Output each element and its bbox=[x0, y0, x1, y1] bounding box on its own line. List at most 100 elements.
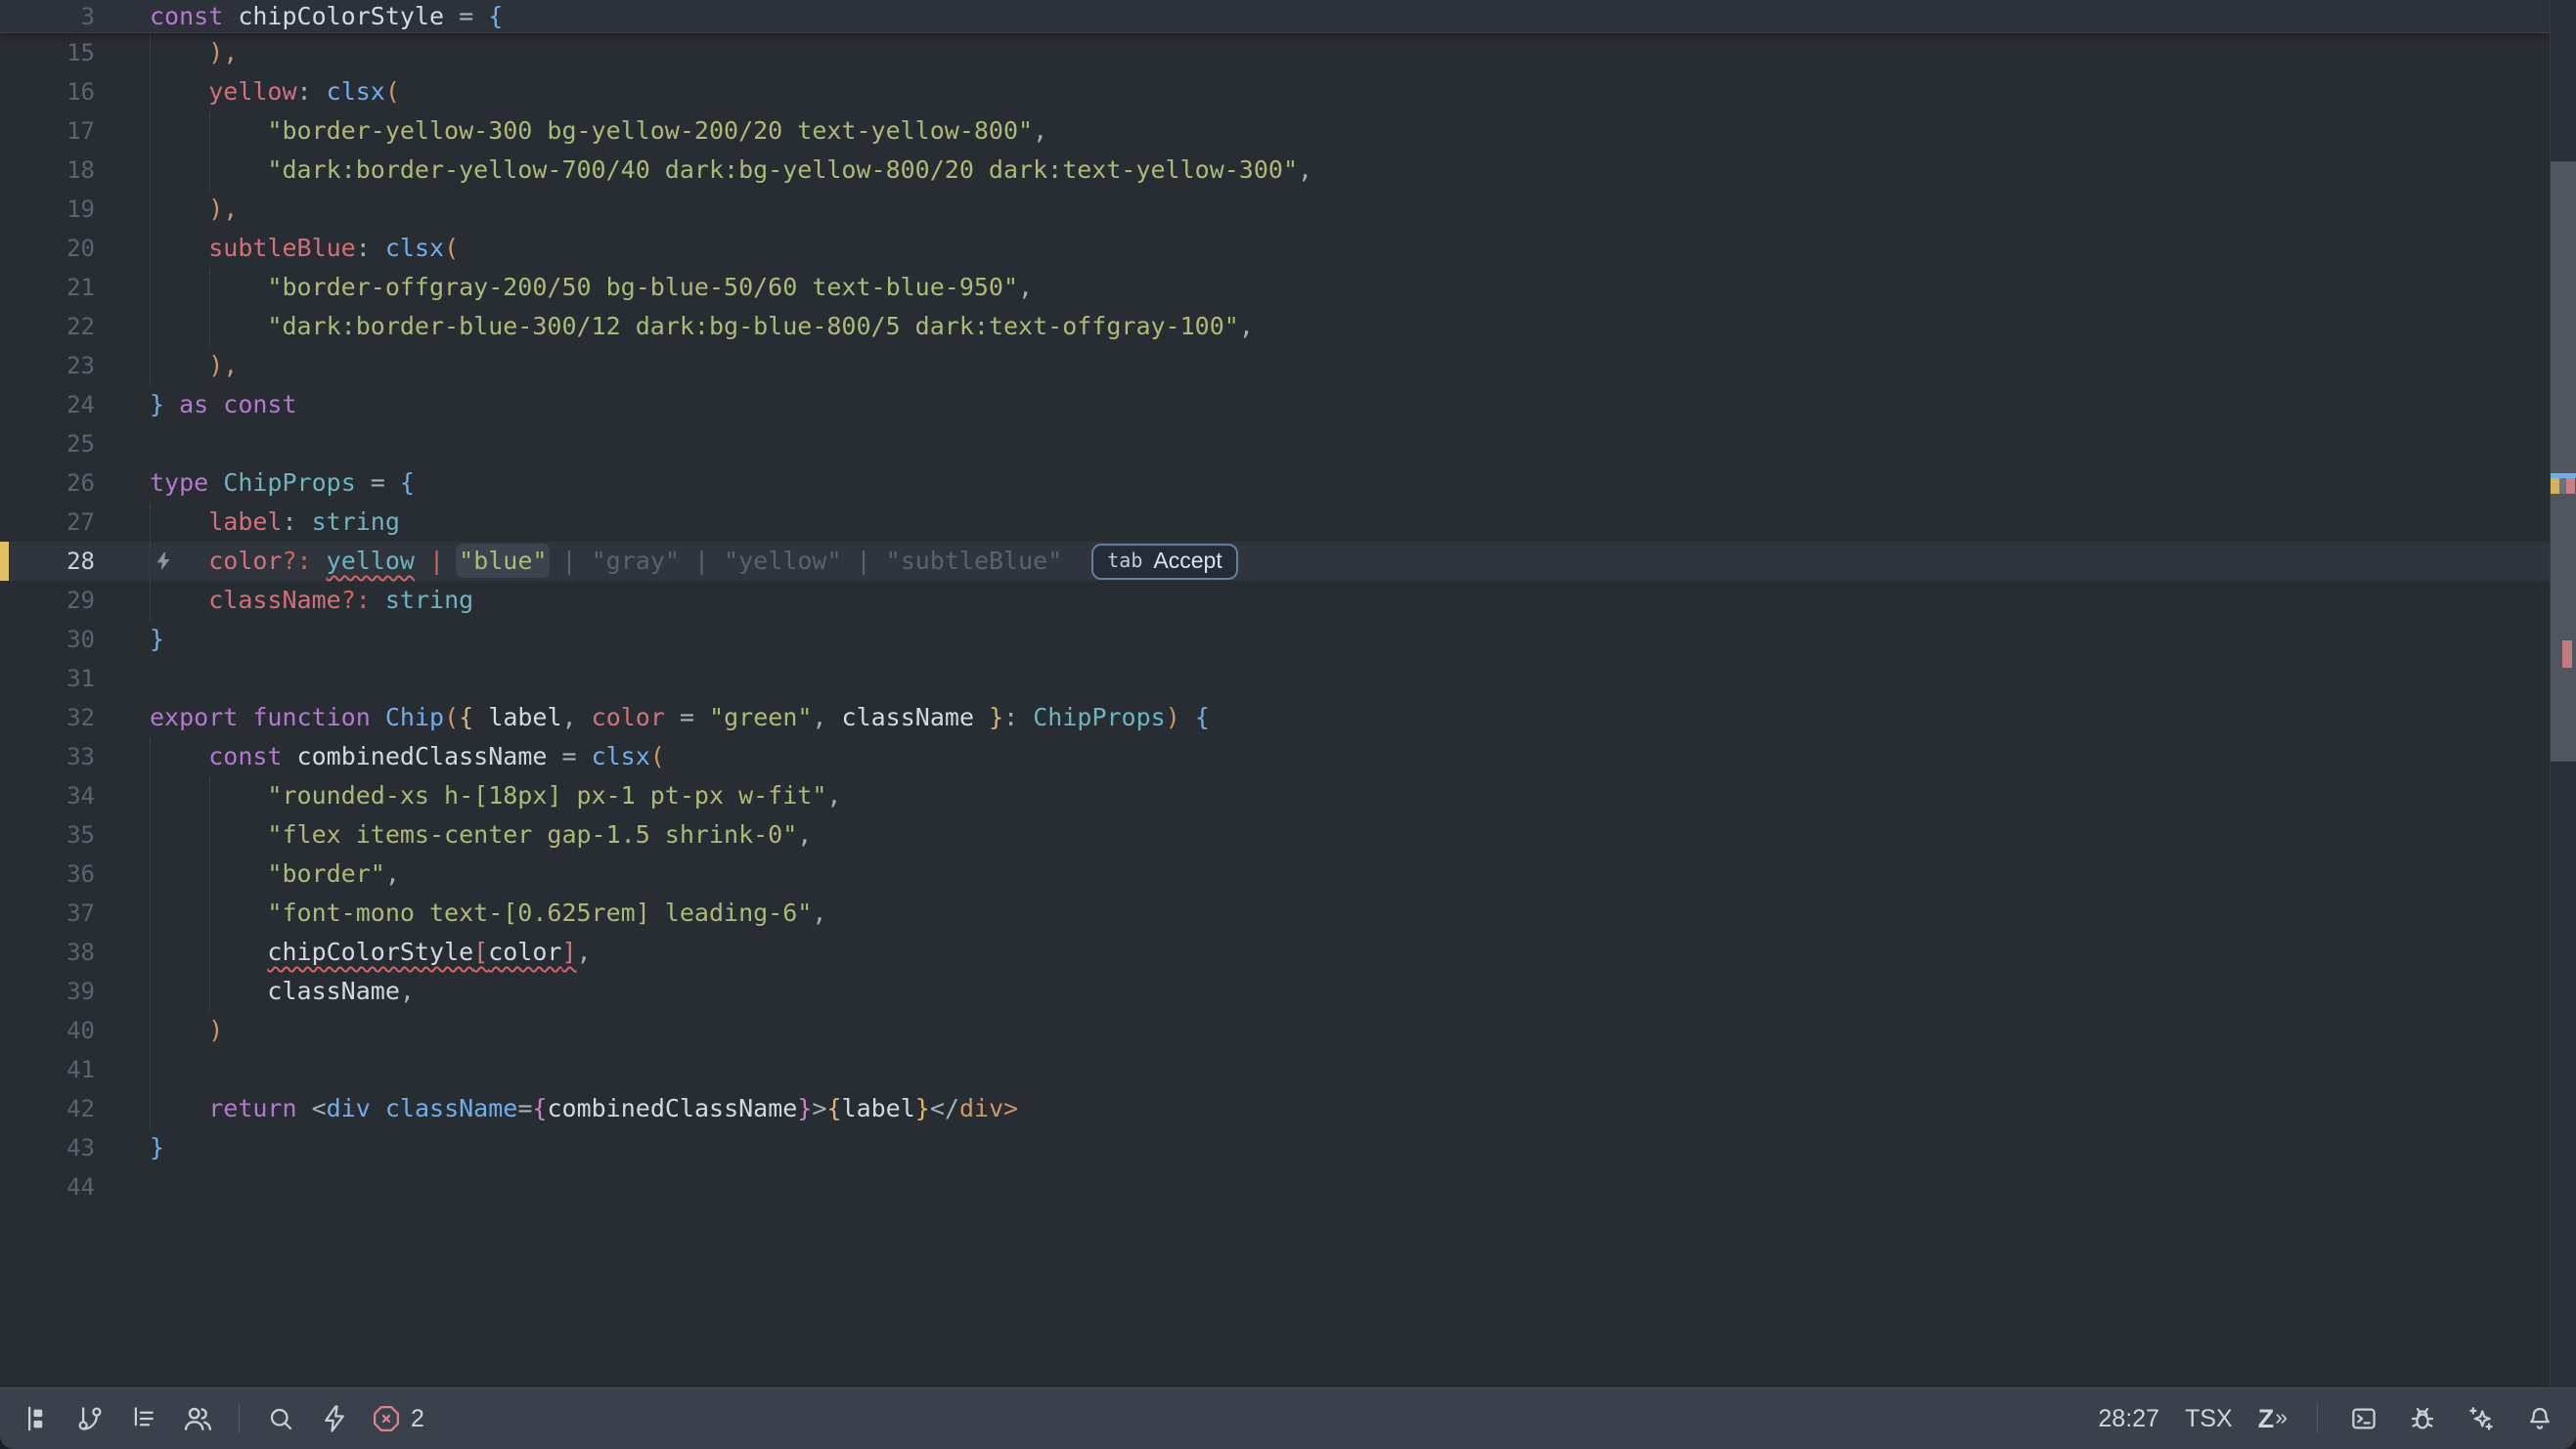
line-number: 23 bbox=[0, 352, 95, 379]
code-line[interactable]: 42 return <div className={combinedClassN… bbox=[0, 1089, 2551, 1128]
code-lines[interactable]: 15 ),16 yellow: clsx(17 "border-yellow-3… bbox=[0, 33, 2551, 1207]
indent-guide bbox=[150, 737, 151, 1128]
scrollbar-error-marker bbox=[2566, 478, 2575, 494]
line-number: 24 bbox=[0, 391, 95, 418]
collaboration-icon[interactable] bbox=[181, 1399, 214, 1438]
code-line-text: ), bbox=[150, 33, 238, 72]
line-number: 33 bbox=[0, 743, 95, 770]
code-line[interactable]: 26type ChipProps = { bbox=[0, 463, 2551, 503]
search-icon[interactable] bbox=[264, 1399, 297, 1438]
code-line-text: color?: yellow | "blue" | "gray" | "yell… bbox=[150, 542, 1238, 581]
debug-icon[interactable] bbox=[2406, 1399, 2439, 1438]
code-line[interactable]: 25 bbox=[0, 424, 2551, 463]
code-line[interactable]: 39 className, bbox=[0, 972, 2551, 1011]
code-line-text: className?: string bbox=[150, 581, 473, 620]
code-line[interactable]: 38 chipColorStyle[color], bbox=[0, 933, 2551, 972]
scrollbar-error-marker bbox=[2562, 640, 2572, 668]
line-number: 41 bbox=[0, 1056, 95, 1083]
code-line[interactable]: 35 "flex items-center gap-1.5 shrink-0", bbox=[0, 815, 2551, 855]
sticky-line-code: const chipColorStyle = { bbox=[150, 0, 503, 32]
line-number: 22 bbox=[0, 313, 95, 340]
code-line[interactable]: 31 bbox=[0, 659, 2551, 698]
project-panel-icon[interactable] bbox=[20, 1399, 53, 1438]
accept-prediction-button[interactable]: tab Accept bbox=[1091, 544, 1237, 580]
diagnostics-button[interactable]: 2 bbox=[372, 1404, 424, 1433]
code-line[interactable]: 44 bbox=[0, 1167, 2551, 1207]
line-number: 43 bbox=[0, 1134, 95, 1162]
code-line[interactable]: 43} bbox=[0, 1128, 2551, 1167]
scrollbar-thumb[interactable] bbox=[2551, 161, 2576, 762]
prediction-ghost-text: | "gray" | "yellow" | "subtleBlue" bbox=[547, 547, 1062, 575]
code-line[interactable]: 30} bbox=[0, 620, 2551, 659]
code-line[interactable]: 17 "border-yellow-300 bg-yellow-200/20 t… bbox=[0, 111, 2551, 151]
code-line[interactable]: 37 "font-mono text-[0.625rem] leading-6"… bbox=[0, 894, 2551, 933]
code-line-text: "border-offgray-200/50 bg-blue-50/60 tex… bbox=[150, 268, 1033, 307]
edit-predictions-icon[interactable] bbox=[318, 1399, 351, 1438]
code-line[interactable]: 19 ), bbox=[0, 190, 2551, 229]
line-number: 32 bbox=[0, 704, 95, 731]
line-number: 20 bbox=[0, 235, 95, 262]
code-line-text: yellow: clsx( bbox=[150, 72, 400, 111]
code-line[interactable]: 23 ), bbox=[0, 346, 2551, 385]
code-line[interactable]: 40 ) bbox=[0, 1011, 2551, 1050]
indent-guide bbox=[209, 268, 210, 346]
sticky-header: 3 const chipColorStyle = { bbox=[0, 0, 2551, 33]
line-number: 21 bbox=[0, 274, 95, 301]
status-divider bbox=[239, 1404, 240, 1433]
terminal-icon[interactable] bbox=[2347, 1399, 2380, 1438]
line-number: 44 bbox=[0, 1173, 95, 1201]
scrollbar-slate-marker bbox=[2559, 478, 2566, 494]
status-bar-left: 2 bbox=[0, 1399, 444, 1438]
line-number: 37 bbox=[0, 900, 95, 927]
code-line[interactable]: 15 ), bbox=[0, 33, 2551, 72]
cursor-position[interactable]: 28:27 bbox=[2099, 1405, 2160, 1433]
code-line-text: return <div className={combinedClassName… bbox=[150, 1089, 1018, 1128]
scrollbar[interactable] bbox=[2550, 0, 2576, 1388]
indent-guide bbox=[150, 503, 151, 620]
code-line[interactable]: 21 "border-offgray-200/50 bg-blue-50/60 … bbox=[0, 268, 2551, 307]
line-number: 28 bbox=[0, 548, 95, 575]
zed-predict-icon[interactable]: Z » bbox=[2258, 1404, 2287, 1434]
sticky-line-number: 3 bbox=[0, 3, 95, 30]
accept-label: Accept bbox=[1153, 548, 1221, 574]
status-bar: 2 28:27 TSX Z » bbox=[0, 1387, 2576, 1449]
code-line[interactable]: 41 bbox=[0, 1050, 2551, 1089]
notifications-bell-icon[interactable] bbox=[2523, 1399, 2556, 1438]
outline-panel-icon[interactable] bbox=[127, 1399, 160, 1438]
code-line[interactable]: 22 "dark:border-blue-300/12 dark:bg-blue… bbox=[0, 307, 2551, 346]
code-line[interactable]: 18 "dark:border-yellow-700/40 dark:bg-ye… bbox=[0, 151, 2551, 190]
code-line[interactable]: 32export function Chip({ label, color = … bbox=[0, 698, 2551, 737]
tab-key-label: tab bbox=[1107, 549, 1142, 572]
indent-guide bbox=[150, 33, 151, 385]
code-line-text: "dark:border-yellow-700/40 dark:bg-yello… bbox=[150, 151, 1312, 190]
line-number: 31 bbox=[0, 665, 95, 692]
zed-predict-letter: Z bbox=[2258, 1404, 2275, 1434]
code-line-text: className, bbox=[150, 972, 415, 1011]
indent-guide bbox=[209, 776, 210, 1011]
code-line[interactable]: 34 "rounded-xs h-[18px] px-1 pt-px w-fit… bbox=[0, 776, 2551, 815]
code-line[interactable]: 24 } as const bbox=[0, 385, 2551, 424]
code-editor-window: 15 ),16 yellow: clsx(17 "border-yellow-3… bbox=[0, 0, 2576, 1449]
code-line[interactable]: 16 yellow: clsx( bbox=[0, 72, 2551, 111]
code-line-text: ), bbox=[150, 346, 238, 385]
code-line[interactable]: 27 label: string bbox=[0, 503, 2551, 542]
code-line[interactable]: 20 subtleBlue: clsx( bbox=[0, 229, 2551, 268]
code-line[interactable]: 28 color?: yellow | "blue" | "gray" | "y… bbox=[0, 542, 2551, 581]
line-number: 34 bbox=[0, 782, 95, 810]
code-line-text: ), bbox=[150, 190, 238, 229]
line-number: 16 bbox=[0, 78, 95, 106]
git-branch-icon[interactable] bbox=[73, 1399, 107, 1438]
code-line-text: } as const bbox=[150, 385, 297, 424]
code-line[interactable]: 29 className?: string bbox=[0, 581, 2551, 620]
code-line[interactable]: 36 "border", bbox=[0, 855, 2551, 894]
code-line-text: "border", bbox=[150, 855, 400, 894]
prediction-inline-suggestion: "blue" bbox=[459, 547, 547, 575]
code-line-text: "dark:border-blue-300/12 dark:bg-blue-80… bbox=[150, 307, 1254, 346]
code-line[interactable]: 33 const combinedClassName = clsx( bbox=[0, 737, 2551, 776]
line-number: 29 bbox=[0, 587, 95, 614]
assistant-sparkles-icon[interactable] bbox=[2465, 1399, 2498, 1438]
editor-pane[interactable]: 15 ),16 yellow: clsx(17 "border-yellow-3… bbox=[0, 0, 2576, 1388]
line-number: 35 bbox=[0, 821, 95, 849]
code-line-text: "flex items-center gap-1.5 shrink-0", bbox=[150, 815, 812, 855]
language-selector[interactable]: TSX bbox=[2185, 1405, 2233, 1433]
